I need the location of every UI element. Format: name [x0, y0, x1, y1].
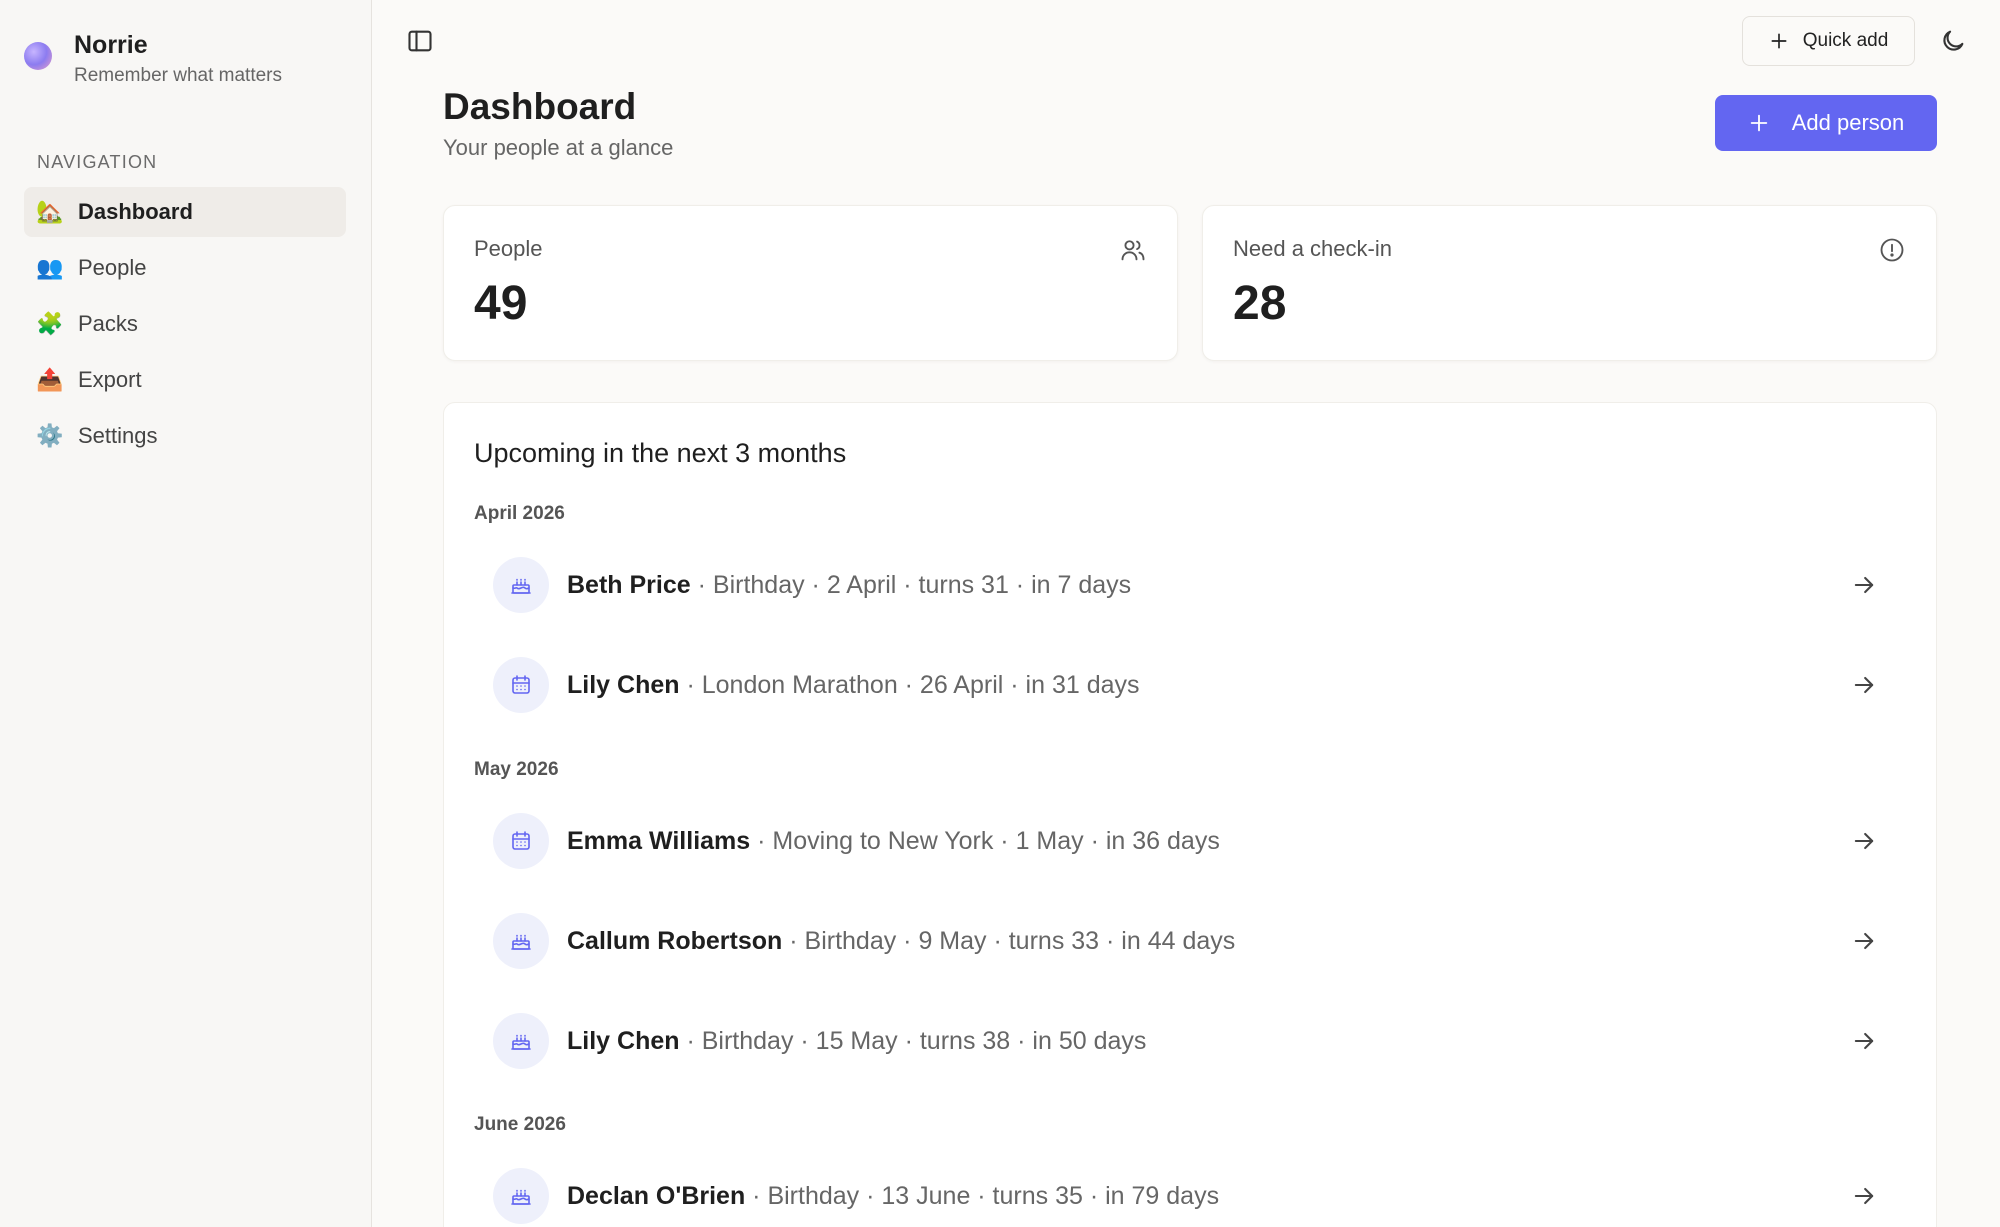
event-person-name: Declan O'Brien: [567, 1181, 746, 1210]
cake-icon: [493, 1168, 549, 1224]
event-details: · Birthday · 13 June · turns 35 · in 79 …: [745, 1181, 1220, 1210]
app-root: Norrie Remember what matters NAVIGATION …: [0, 0, 2000, 1227]
event-person-name: Beth Price: [567, 570, 691, 599]
page-title: Dashboard: [443, 86, 637, 127]
stat-value: 49: [474, 277, 528, 330]
quick-add-label: Quick add: [1802, 30, 1889, 51]
moon-icon[interactable]: [1939, 27, 1967, 55]
upcoming-title: Upcoming in the next 3 months: [474, 438, 847, 468]
arrow-right-icon[interactable]: [1850, 671, 1878, 699]
topbar: Quick add: [372, 0, 2000, 82]
people-stat-card[interactable]: People 49: [443, 205, 1178, 361]
sidebar-item-dashboard[interactable]: 🏡 Dashboard: [24, 187, 346, 237]
sidebar-item-label: Export: [78, 367, 142, 392]
cake-icon: [493, 913, 549, 969]
month-heading: April 2026: [474, 503, 565, 524]
cake-icon: [493, 1013, 549, 1069]
sidebar-item-label: Settings: [78, 423, 158, 448]
sidebar-item-label: People: [78, 255, 147, 280]
event-row[interactable]: Beth Price · Birthday · 2 April · turns …: [474, 545, 1908, 625]
event-row[interactable]: Declan O'Brien · Birthday · 13 June · tu…: [474, 1156, 1908, 1227]
event-details: · Birthday · 15 May · turns 38 · in 50 d…: [679, 1026, 1147, 1055]
brand-logo: [24, 42, 52, 70]
upcoming-panel: Upcoming in the next 3 months April 2026…: [443, 402, 1937, 1227]
checkin-stat-card[interactable]: Need a check-in 28: [1202, 205, 1937, 361]
stat-value: 28: [1233, 277, 1287, 330]
add-person-label: Add person: [1791, 110, 1905, 135]
add-person-button[interactable]: Add person: [1715, 95, 1937, 151]
stat-label: People: [474, 236, 543, 261]
sidebar: Norrie Remember what matters NAVIGATION …: [0, 0, 372, 1227]
arrow-right-icon[interactable]: [1850, 1182, 1878, 1210]
arrow-right-icon[interactable]: [1850, 927, 1878, 955]
sidebar-item-packs[interactable]: 🧩 Packs: [24, 299, 346, 349]
event-text: Lily Chen · Birthday · 15 May · turns 38…: [567, 1027, 1146, 1056]
plus-icon: [1771, 33, 1787, 49]
event-text: Emma Williams · Moving to New York · 1 M…: [567, 827, 1220, 856]
nav-heading: NAVIGATION: [37, 152, 158, 172]
brand-name: Norrie: [74, 31, 148, 59]
month-heading: June 2026: [474, 1114, 566, 1135]
people-icon: 👥: [36, 255, 64, 280]
sidebar-item-people[interactable]: 👥 People: [24, 243, 346, 293]
brand-tagline: Remember what matters: [74, 65, 283, 86]
puzzle-icon: 🧩: [36, 311, 64, 336]
event-details: · Birthday · 9 May · turns 33 · in 44 da…: [782, 926, 1236, 955]
event-row[interactable]: Lily Chen · London Marathon · 26 April ·…: [474, 645, 1908, 725]
event-row[interactable]: Emma Williams · Moving to New York · 1 M…: [474, 801, 1908, 881]
event-details: · London Marathon · 26 April · in 31 day…: [679, 670, 1140, 699]
event-text: Declan O'Brien · Birthday · 13 June · tu…: [567, 1182, 1219, 1211]
page-subtitle: Your people at a glance: [443, 135, 674, 160]
main-content: Quick add Dashboard Your people at a gla…: [372, 0, 2000, 1227]
event-text: Lily Chen · London Marathon · 26 April ·…: [567, 671, 1140, 700]
calendar-icon: [493, 657, 549, 713]
event-text: Callum Robertson · Birthday · 9 May · tu…: [567, 927, 1235, 956]
calendar-icon: [493, 813, 549, 869]
gear-icon: ⚙️: [36, 423, 64, 448]
alert-circle-icon: [1880, 238, 1904, 262]
event-row[interactable]: Callum Robertson · Birthday · 9 May · tu…: [474, 901, 1908, 981]
event-person-name: Lily Chen: [567, 1026, 680, 1055]
sidebar-toggle-icon[interactable]: [406, 27, 434, 55]
sidebar-item-label: Packs: [78, 311, 138, 336]
stat-label: Need a check-in: [1233, 236, 1392, 261]
event-text: Beth Price · Birthday · 2 April · turns …: [567, 571, 1131, 600]
arrow-right-icon[interactable]: [1850, 571, 1878, 599]
event-person-name: Lily Chen: [567, 670, 680, 699]
month-heading: May 2026: [474, 759, 559, 780]
sidebar-item-export[interactable]: 📤 Export: [24, 355, 346, 405]
sidebar-item-settings[interactable]: ⚙️ Settings: [24, 411, 346, 461]
sidebar-nav: 🏡 Dashboard 👥 People 🧩 Packs 📤 Export ⚙️…: [24, 187, 346, 467]
sidebar-item-label: Dashboard: [78, 199, 193, 224]
cake-icon: [493, 557, 549, 613]
plus-icon: [1750, 114, 1767, 132]
quick-add-button[interactable]: Quick add: [1742, 16, 1915, 66]
event-details: · Birthday · 2 April · turns 31 · in 7 d…: [690, 570, 1132, 599]
house-icon: 🏡: [36, 199, 64, 224]
event-row[interactable]: Lily Chen · Birthday · 15 May · turns 38…: [474, 1001, 1908, 1081]
arrow-right-icon[interactable]: [1850, 1027, 1878, 1055]
outbox-icon: 📤: [36, 367, 64, 392]
brand[interactable]: Norrie Remember what matters: [24, 28, 282, 90]
event-person-name: Emma Williams: [567, 826, 751, 855]
arrow-right-icon[interactable]: [1850, 827, 1878, 855]
event-details: · Moving to New York · 1 May · in 36 day…: [750, 826, 1220, 855]
event-person-name: Callum Robertson: [567, 926, 783, 955]
users-icon: [1121, 240, 1145, 261]
